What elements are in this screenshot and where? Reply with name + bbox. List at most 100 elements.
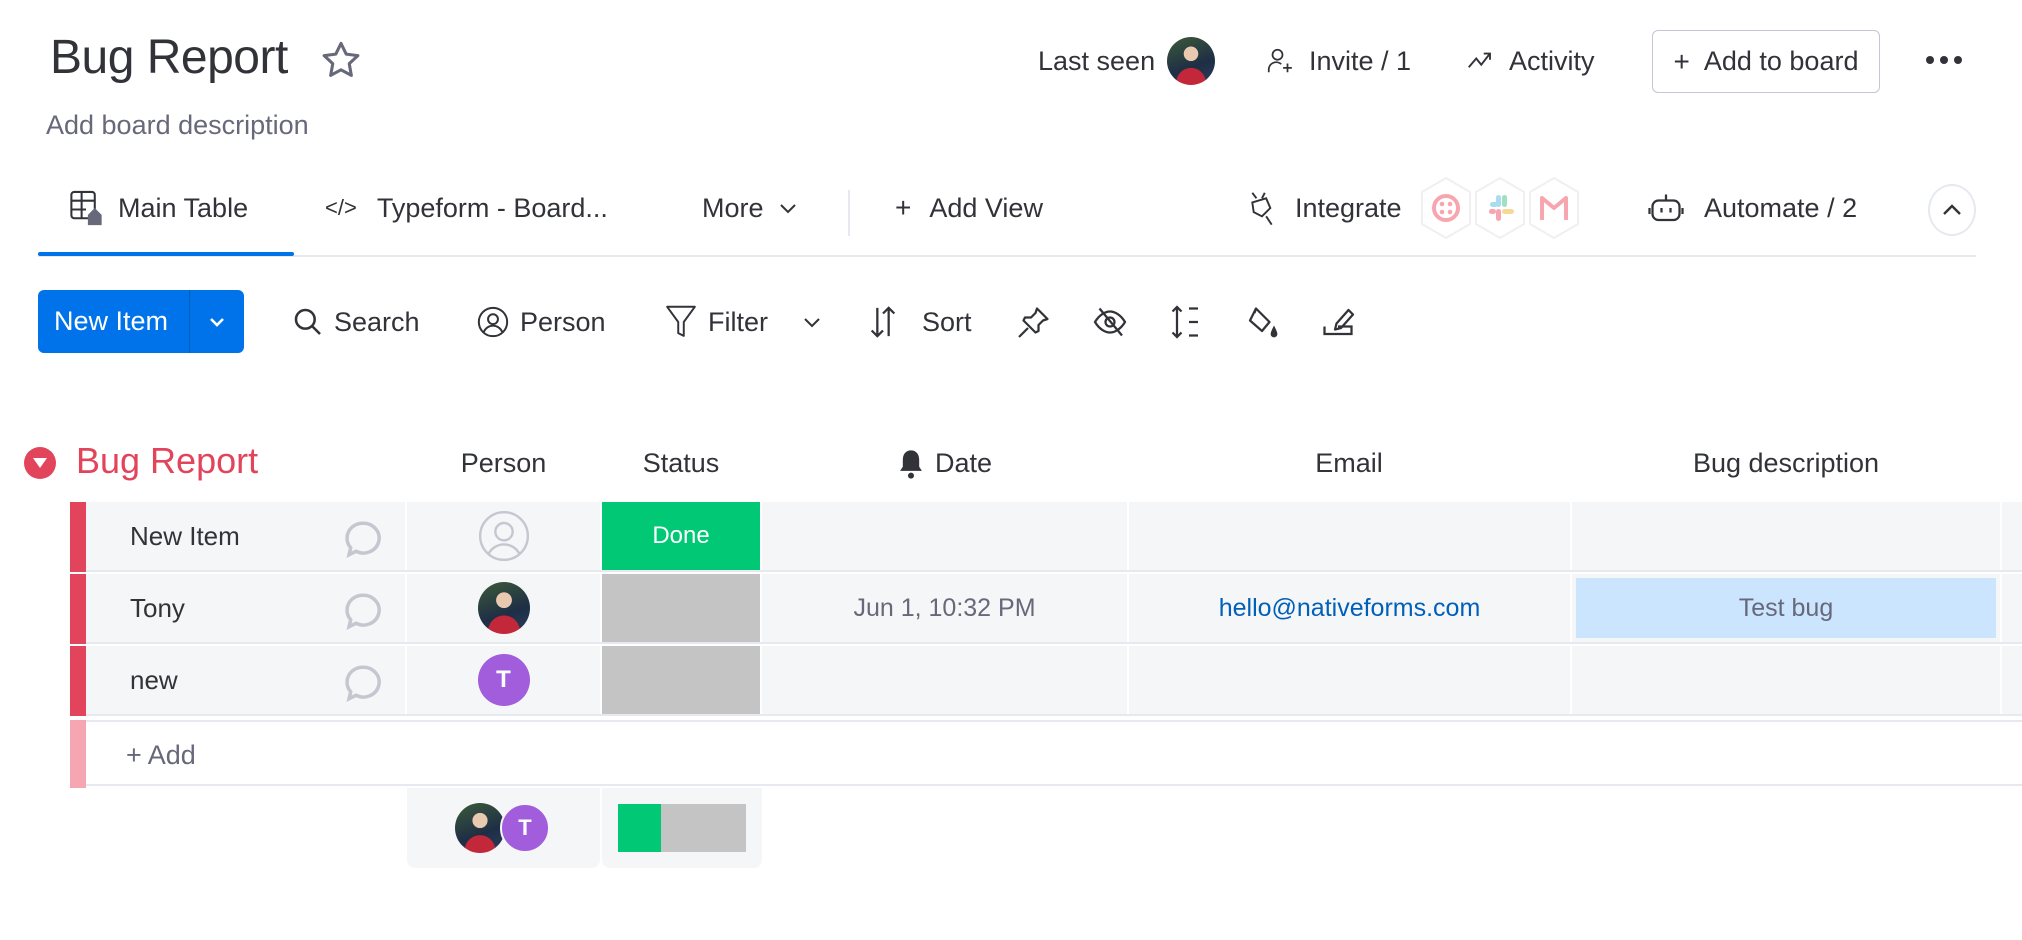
conversation-bubble-icon[interactable] (342, 662, 384, 704)
bell-icon (897, 449, 925, 479)
tab-divider (848, 190, 850, 236)
gmail-integration-icon[interactable] (1526, 176, 1582, 240)
item-name: Tony (130, 592, 185, 623)
column-header-email[interactable]: Email (1128, 448, 1570, 479)
add-to-board-button[interactable]: + Add to board (1652, 30, 1880, 93)
board-title[interactable]: Bug Report (50, 30, 288, 85)
table-home-icon (68, 189, 104, 227)
add-view-button[interactable]: + Add View (895, 180, 1043, 236)
bug-description-cell[interactable]: Test bug (1572, 574, 2002, 642)
date-cell[interactable]: Jun 1, 10:32 PM (762, 574, 1129, 642)
group-title[interactable]: Bug Report (76, 440, 258, 482)
tab-label: More (702, 192, 764, 223)
email-cell[interactable] (1129, 646, 1572, 714)
search-button[interactable]: Search (292, 296, 420, 348)
collapse-header-button[interactable] (1928, 184, 1976, 236)
person-summary: T (407, 788, 600, 868)
bug-description-value[interactable]: Test bug (1576, 578, 1996, 638)
add-item-row[interactable]: + Add (70, 720, 2022, 788)
add-person-icon (1265, 46, 1295, 76)
chevron-up-icon (1941, 203, 1963, 217)
group-color-bar-light (70, 720, 86, 788)
sort-icon (868, 305, 908, 339)
filter-button[interactable]: Filter (664, 296, 768, 348)
date-header-label: Date (934, 448, 993, 478)
new-item-dropdown-chevron-icon[interactable] (190, 316, 244, 328)
active-tab-indicator (38, 252, 294, 256)
tab-label: Typeform - Board... (376, 192, 608, 223)
item-name-cell[interactable]: New Item (86, 502, 407, 570)
integrate-label: Integrate (1295, 192, 1402, 223)
board-description[interactable]: Add board description (46, 110, 309, 141)
person-cell[interactable] (407, 574, 602, 642)
column-header-bug-description[interactable]: Bug description (1572, 448, 2000, 479)
activity-button[interactable]: Activity (1465, 36, 1595, 86)
integrate-button[interactable]: Integrate (1245, 180, 1402, 236)
last-seen-button[interactable]: Last seen (1038, 36, 1216, 86)
group-color-bar (70, 646, 86, 716)
filter-label: Filter (708, 306, 768, 337)
tab-main-table[interactable]: Main Table (68, 180, 248, 236)
date-cell[interactable] (762, 502, 1129, 570)
add-item-input[interactable]: + Add (126, 740, 196, 771)
item-name: New Item (130, 520, 240, 551)
invite-button[interactable]: Invite / 1 (1265, 36, 1411, 86)
person-avatar-initial: T (477, 654, 530, 706)
item-name: new (130, 664, 178, 695)
status-cell[interactable] (602, 646, 762, 714)
conversation-bubble-icon[interactable] (342, 590, 384, 632)
person-cell[interactable] (407, 502, 602, 570)
table-row[interactable]: New Item Done (70, 502, 2022, 572)
bug-description-cell[interactable] (1572, 646, 2002, 714)
status-distribution-bar (618, 804, 746, 852)
add-view-label: Add View (929, 192, 1043, 223)
hide-columns-icon[interactable] (1092, 304, 1128, 340)
email-link[interactable]: hello@nativeforms.com (1129, 574, 1572, 642)
group-color-bar (70, 574, 86, 644)
chevron-down-icon (802, 315, 832, 329)
tab-label: Main Table (118, 192, 249, 223)
edit-format-icon[interactable] (1320, 304, 1356, 340)
person-avatar-photo (477, 582, 530, 634)
group-collapse-toggle[interactable] (24, 447, 56, 479)
favorite-star-icon[interactable] (318, 38, 364, 84)
pin-icon[interactable] (1016, 304, 1052, 340)
date-cell[interactable] (762, 646, 1129, 714)
filter-dropdown-button[interactable] (802, 296, 832, 348)
chevron-down-icon (778, 201, 798, 215)
column-header-person[interactable]: Person (407, 448, 600, 479)
conversation-bubble-icon[interactable] (342, 518, 384, 560)
column-header-status[interactable]: Status (602, 448, 760, 479)
column-header-date[interactable]: Date (762, 448, 1127, 479)
twilio-integration-icon[interactable] (1418, 176, 1474, 240)
bug-description-cell[interactable] (1572, 502, 2002, 570)
slack-integration-icon[interactable] (1472, 176, 1528, 240)
plus-icon: + (895, 192, 912, 223)
person-cell[interactable]: T (407, 646, 602, 714)
item-name-cell[interactable]: Tony (86, 574, 407, 642)
sort-button[interactable]: Sort (868, 296, 972, 348)
status-cell[interactable]: Done (602, 502, 762, 570)
more-options-icon[interactable] (1924, 48, 1964, 72)
person-label: Person (520, 306, 606, 337)
row-height-icon[interactable] (1168, 304, 1204, 340)
status-cell[interactable] (602, 574, 762, 642)
color-fill-icon[interactable] (1244, 304, 1280, 340)
summary-avatar-initial: T (500, 803, 550, 853)
new-item-button[interactable]: New Item (38, 290, 244, 353)
activity-icon (1465, 46, 1495, 76)
filter-icon (664, 304, 708, 340)
group-color-bar (70, 502, 86, 572)
table-row[interactable]: Tony Jun 1, 10:32 PM hello@nativeforms.c… (70, 574, 2022, 644)
tab-typeform[interactable]: </> Typeform - Board... (325, 180, 608, 236)
status-summary (602, 788, 762, 868)
summary-avatar-photo (455, 803, 505, 853)
last-seen-avatar (1167, 37, 1216, 85)
automate-button[interactable]: Automate / 2 (1648, 180, 1857, 236)
table-row[interactable]: new T (70, 646, 2022, 716)
automate-label: Automate / 2 (1704, 192, 1858, 223)
person-filter-button[interactable]: Person (476, 296, 606, 348)
email-cell[interactable] (1129, 502, 1572, 570)
tab-more-dropdown[interactable]: More (702, 180, 798, 236)
item-name-cell[interactable]: new (86, 646, 407, 714)
